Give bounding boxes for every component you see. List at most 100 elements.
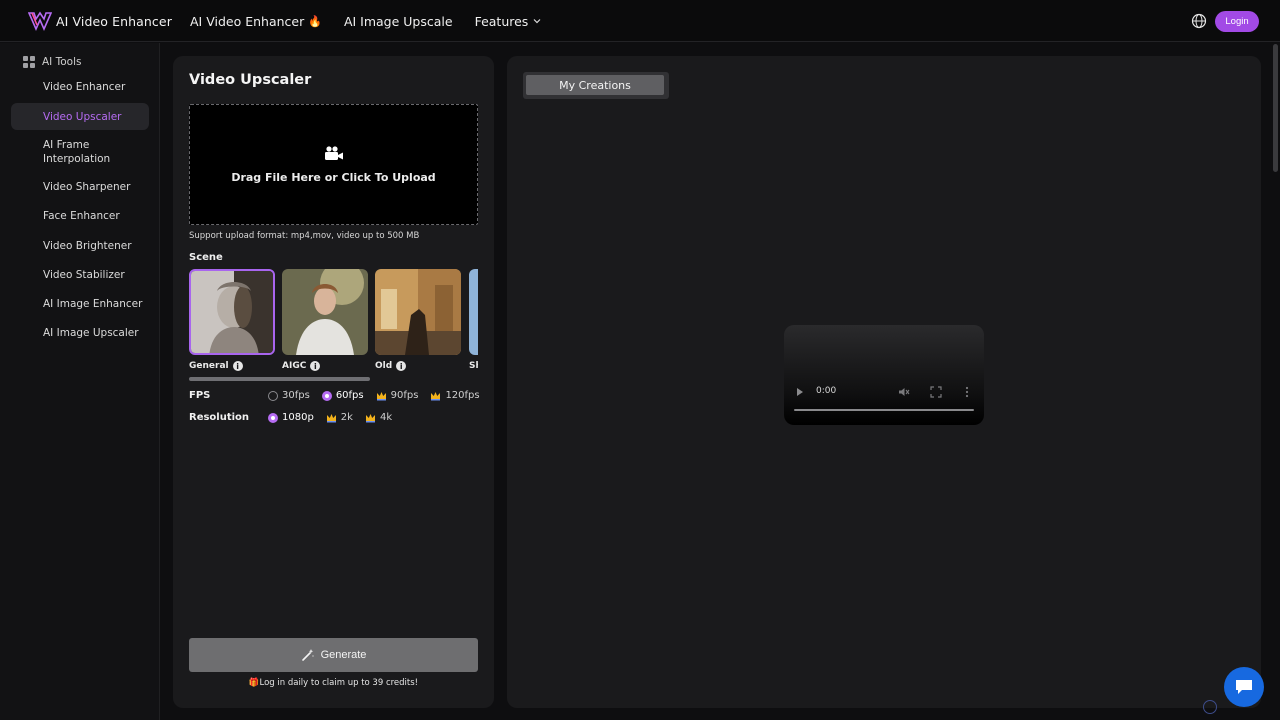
scene-name-label: Old [375,361,393,371]
info-icon[interactable]: i [310,361,321,371]
fps-option-30[interactable]: 30fps [268,390,310,401]
scene-name: Old i [375,361,461,371]
sidebar-item-label: AI Frame Interpolation [43,139,111,165]
sidebar-item-video-upscaler[interactable]: Video Upscaler [11,103,149,130]
chat-launcher[interactable] [1224,667,1264,707]
video-progress-bar[interactable] [794,409,974,411]
scene-card-old[interactable]: Old i [375,269,461,371]
scene-thumbnail [469,269,478,355]
logo-text: AI Video Enhancer [56,13,172,29]
scene-thumbnail [282,269,368,355]
fps-option-label: 120fps [445,390,480,401]
sidebar-item-label: Video Enhancer [43,81,126,93]
globe-icon[interactable] [1191,13,1207,29]
crown-icon [365,413,375,422]
gift-icon: 🎁 [248,678,260,688]
scene-name-label: AIGC [282,361,307,371]
page-title: Video Upscaler [189,72,312,88]
nav-ai-image-upscale[interactable]: AI Image Upscale [344,14,453,29]
resolution-option-label: 1080p [282,412,314,423]
creations-panel: My Creations 0:00 [507,56,1261,708]
login-button[interactable]: Login [1215,11,1259,32]
creations-tabbar: My Creations [523,72,669,99]
resolution-option-2k[interactable]: 2k [326,412,353,423]
sidebar-item-video-enhancer[interactable]: Video Enhancer [11,79,149,95]
scene-thumbnail [189,269,275,355]
sidebar-heading-label: AI Tools [42,56,82,68]
sidebar-item-label: Video Sharpener [43,181,131,193]
scene-name: Sh [469,361,478,371]
sidebar-item-label: Video Brightener [43,240,132,252]
logo[interactable]: AI Video Enhancer [28,10,172,32]
chevron-down-icon [533,19,541,24]
sidebar-item-label: AI Image Enhancer [43,298,143,310]
resolution-option-label: 4k [379,412,393,423]
scene-name-label: General [189,361,229,371]
tab-my-creations[interactable]: My Creations [526,75,664,95]
crown-icon [326,413,336,422]
scene-name: AIGC i [282,361,368,371]
upload-dropzone[interactable]: Drag File Here or Click To Upload [189,104,478,225]
radio-checked-icon [321,390,332,401]
generate-button[interactable]: Generate [189,638,478,672]
radio-checked-icon [268,412,278,423]
scene-card-general[interactable]: General i [189,269,275,371]
sidebar-item-ai-image-upscaler[interactable]: AI Image Upscaler [11,325,149,341]
muted-speaker-icon[interactable] [898,386,910,398]
sidebar-item-label: Video Upscaler [43,110,122,123]
main-nav: AI Video Enhancer 🔥 AI Image Upscale Feat… [190,0,542,42]
video-player[interactable]: 0:00 [784,325,984,425]
sidebar-item-face-enhancer[interactable]: Face Enhancer [11,208,149,224]
resolution-label: Resolution [189,412,250,423]
more-vertical-icon[interactable] [964,386,970,398]
info-icon[interactable]: i [396,361,407,371]
sidebar-item-ai-frame-interpolation[interactable]: AI Frame Interpolation [11,137,111,167]
upscaler-panel: Video Upscaler Drag File Here or Click T… [173,56,494,708]
nav-ai-image-upscale-label: AI Image Upscale [343,13,453,29]
upload-support-text: Support upload format: mp4,mov, video up… [189,231,420,241]
sidebar-item-label: Face Enhancer [43,210,120,222]
scene-card-aigc[interactable]: AIGC i [282,269,368,371]
info-icon[interactable]: i [232,361,243,371]
magic-wand-icon [301,649,314,661]
resolution-option-1080p[interactable]: 1080p [268,412,314,423]
fps-label: FPS [189,390,211,401]
dropzone-label: Drag File Here or Click To Upload [231,171,436,184]
sidebar-item-label: Video Stabilizer [43,269,125,281]
crown-icon [376,391,386,400]
sidebar-item-video-sharpener[interactable]: Video Sharpener [11,179,149,195]
resolution-option-4k[interactable]: 4k [365,412,392,423]
fps-option-label: 30fps [282,390,310,401]
scene-label: Scene [189,252,223,263]
fps-option-90[interactable]: 90fps [376,390,418,401]
fps-option-label: 60fps [335,390,364,401]
scene-name: General i [189,361,275,371]
scene-card-partial[interactable]: Sh [469,269,478,371]
sidebar-heading: AI Tools [22,55,81,69]
fullscreen-icon[interactable] [930,386,942,398]
page-scrollbar[interactable] [1273,44,1278,172]
sidebar-item-video-stabilizer[interactable]: Video Stabilizer [11,267,149,283]
fps-option-120[interactable]: 120fps [430,390,480,401]
scene-name-label: Sh [469,361,478,371]
play-icon[interactable] [797,388,803,396]
scene-scrollbar[interactable] [189,377,370,381]
scene-carousel: General i AIGC i Old i S [189,269,478,373]
video-camera-icon [324,146,343,160]
watermark-badge-icon [1203,700,1217,714]
fps-row: FPS 30fps 60fps 90fps 120fps [189,390,492,401]
fps-option-60[interactable]: 60fps [321,390,364,401]
sidebar-item-ai-image-enhancer[interactable]: AI Image Enhancer [11,296,149,312]
nav-ai-video-enhancer-label: AI Video Enhancer [190,13,305,29]
resolution-option-label: 2k [340,412,353,423]
nav-ai-video-enhancer[interactable]: AI Video Enhancer 🔥 [190,14,322,29]
logo-mark-icon [28,11,52,31]
nav-features[interactable]: Features [475,14,543,29]
grid-icon [23,56,35,68]
video-time: 0:00 [816,386,837,396]
radio-icon [268,390,278,401]
sidebar-item-video-brightener[interactable]: Video Brightener [11,238,149,254]
generate-label: Generate [320,649,367,661]
top-bar: AI Video Enhancer AI Video Enhancer 🔥 AI … [0,0,1280,42]
daily-credits-note: 🎁Log in daily to claim up to 39 credits! [173,678,494,688]
